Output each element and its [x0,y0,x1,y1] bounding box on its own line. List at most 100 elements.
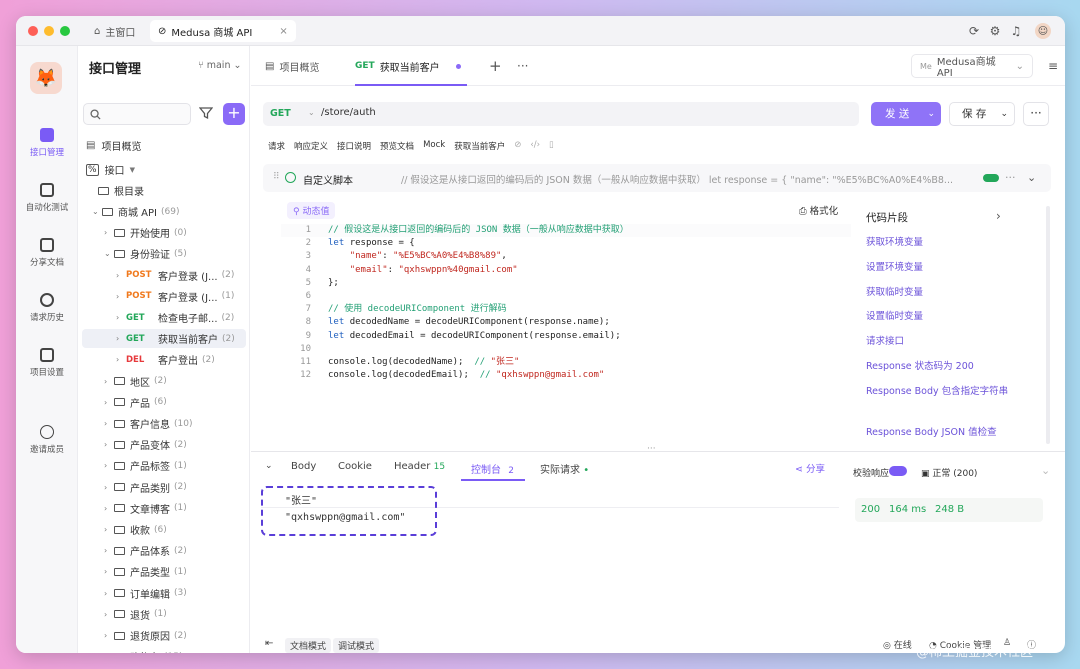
project-selector[interactable]: Me Medusa商城API ⌄ [911,54,1033,79]
chevron-right-icon[interactable]: › [104,228,114,237]
folder-tree-item[interactable]: ⌄ 商城 API (69) [82,202,246,221]
window-tab-project[interactable]: ⊘ Medusa 商城 API × [150,20,296,42]
close-tab-icon[interactable]: × [279,26,287,37]
collapse-sidebar-icon[interactable]: ⇤ [265,638,273,649]
tab-console[interactable]: 控制台 2 [471,461,514,476]
chevron-right-icon[interactable]: › [104,567,114,576]
method-select[interactable]: GET [270,108,291,119]
url-input[interactable]: /store/auth [321,107,376,118]
doc-mode-button[interactable]: 文档模式 [285,638,332,653]
chevron-right-icon[interactable]: › [104,483,114,492]
link-icon[interactable]: ⊘ [514,140,521,156]
api-tree-item[interactable]: › POST 客户登录 (J... (2) [82,266,246,285]
tab-header[interactable]: Header 15 [394,461,445,472]
chevron-right-icon[interactable]: › [104,652,114,653]
tab-overview[interactable]: ▤ 项目概览 [265,46,319,86]
folder-tree-item[interactable]: › 产品 (6) [82,393,246,412]
chevron-right-icon[interactable]: › [116,271,126,280]
rail-item-share[interactable]: 分享文档 [16,238,78,268]
subtab-mock[interactable]: Mock [423,140,445,156]
debug-mode-button[interactable]: 调试模式 [333,638,380,653]
online-status[interactable]: ◎ 在线 [883,638,912,651]
folder-tree-item[interactable]: › 地区 (2) [82,372,246,391]
chevron-right-icon[interactable]: › [116,313,126,322]
chevron-right-icon[interactable]: › [116,355,126,364]
chevron-right-icon[interactable]: › [104,398,114,407]
custom-script-row[interactable]: ⠿ 自定义脚本 // 假设这是从接口返回的编码后的 JSON 数据（一般从响应数… [263,164,1051,192]
resize-handle-icon[interactable]: ··· [647,444,656,454]
search-input[interactable] [83,103,191,125]
rail-item-settings[interactable]: 项目设置 [16,348,78,378]
snippet-item[interactable]: 请求接口 [866,335,1016,349]
tab-cookie[interactable]: Cookie [338,461,372,472]
format-button[interactable]: ⎙ 格式化 [799,203,838,217]
avatar[interactable]: ☺ [1035,23,1051,39]
chevron-down-icon[interactable]: ⌄ [104,249,114,258]
subtab-api-desc[interactable]: 接口说明 [337,140,371,156]
snippets-scrollbar[interactable] [1046,206,1050,444]
chevron-right-icon[interactable]: › [104,377,114,386]
snippet-item[interactable]: 设置临时变量 [866,310,1016,324]
sidebar-item-root[interactable]: 根目录 [82,181,246,200]
folder-tree-item[interactable]: › 开始使用 (0) [82,223,246,242]
snippet-item[interactable]: 获取临时变量 [866,286,1016,300]
subtab-request[interactable]: 请求 [268,140,285,156]
folder-tree-item[interactable]: › 产品标签 (1) [82,456,246,475]
refresh-icon[interactable]: ⟳ [966,23,982,39]
gear-icon[interactable]: ⚙ [987,23,1003,39]
more-button[interactable]: ··· [1023,102,1049,126]
rail-item-api[interactable]: 接口管理 [16,128,78,158]
snippet-item[interactable]: Response 状态码为 200 [866,360,1016,374]
chevron-down-icon[interactable]: ⌄ [92,207,102,216]
script-toggle[interactable] [983,174,999,182]
tab-current-api[interactable]: GET 获取当前客户 [355,46,461,86]
filter-icon[interactable] [199,106,213,120]
more-tabs-button[interactable]: ··· [517,46,528,86]
snippet-item[interactable]: 获取环境变量 [866,236,1016,250]
dynamic-value-button[interactable]: ⚲ 动态值 [287,202,336,219]
folder-tree-item[interactable]: › 客户信息 (10) [82,414,246,433]
folder-tree-item[interactable]: › 退货原因 (2) [82,626,246,645]
drag-handle-icon[interactable]: ⠿ [273,172,280,182]
rail-item-automation[interactable]: 自动化测试 [16,183,78,213]
folder-tree-item[interactable]: › 产品类型 (1) [82,562,246,581]
collapse-icon[interactable]: ⌄ [265,461,273,471]
zoom-window-button[interactable] [60,26,70,36]
check-circle-icon[interactable] [285,172,296,183]
chevron-right-icon[interactable]: › [116,292,126,301]
snippet-item[interactable]: Response Body 包含指定字符串 [866,385,1016,399]
folder-tree-item[interactable]: › 退货 (1) [82,605,246,624]
subtab-preview[interactable]: 预览文档 [380,140,414,156]
chevron-down-icon[interactable]: ⌄ [1027,171,1036,184]
window-tab-home[interactable]: ⌂ 主窗口 [86,20,143,42]
chevron-right-icon[interactable]: › [104,440,114,449]
doc-icon[interactable]: ▯ [549,140,554,156]
verify-toggle[interactable] [889,466,907,476]
tab-actual-request[interactable]: 实际请求 • [540,461,589,476]
folder-tree-item[interactable]: › 订单编辑 (3) [82,584,246,603]
folder-tree-item[interactable]: › 文章博客 (1) [82,499,246,518]
api-tree-item[interactable]: › GET 获取当前客户 (2) [82,329,246,349]
folder-tree-item[interactable]: › 购物车 (15) [82,647,246,653]
sidebar-item-overview[interactable]: ▤ 项目概览 [82,136,246,155]
rail-item-invite[interactable]: 邀请成员 [16,425,78,455]
folder-tree-item[interactable]: › 产品类别 (2) [82,478,246,497]
chevron-down-icon[interactable]: ⌄ [1000,103,1008,125]
add-button[interactable]: + [223,103,245,125]
folder-tree-item[interactable]: › 收款 (6) [82,520,246,539]
sidebar-item-api-root[interactable]: % 接口 ▼ [82,160,246,179]
chevron-right-icon[interactable]: › [104,419,114,428]
close-window-button[interactable] [28,26,38,36]
chevron-right-icon[interactable]: › [116,334,126,343]
branch-selector[interactable]: ⑂ main ⌄ [198,60,241,71]
subtab-response-def[interactable]: 响应定义 [294,140,328,156]
new-tab-button[interactable]: + [489,46,502,86]
share-button[interactable]: ⋖ 分享 [795,461,825,475]
tab-body[interactable]: Body [291,461,316,472]
folder-tree-item[interactable]: › 产品变体 (2) [82,435,246,454]
snippet-item[interactable]: 设置环境变量 [866,261,1016,275]
api-tree-item[interactable]: › POST 客户登录 (J... (1) [82,287,246,306]
chevron-right-icon[interactable]: › [996,209,1001,223]
snippet-item[interactable]: Response Body JSON 值检查 [866,426,1016,440]
menu-icon[interactable]: ≡ [1048,46,1058,86]
